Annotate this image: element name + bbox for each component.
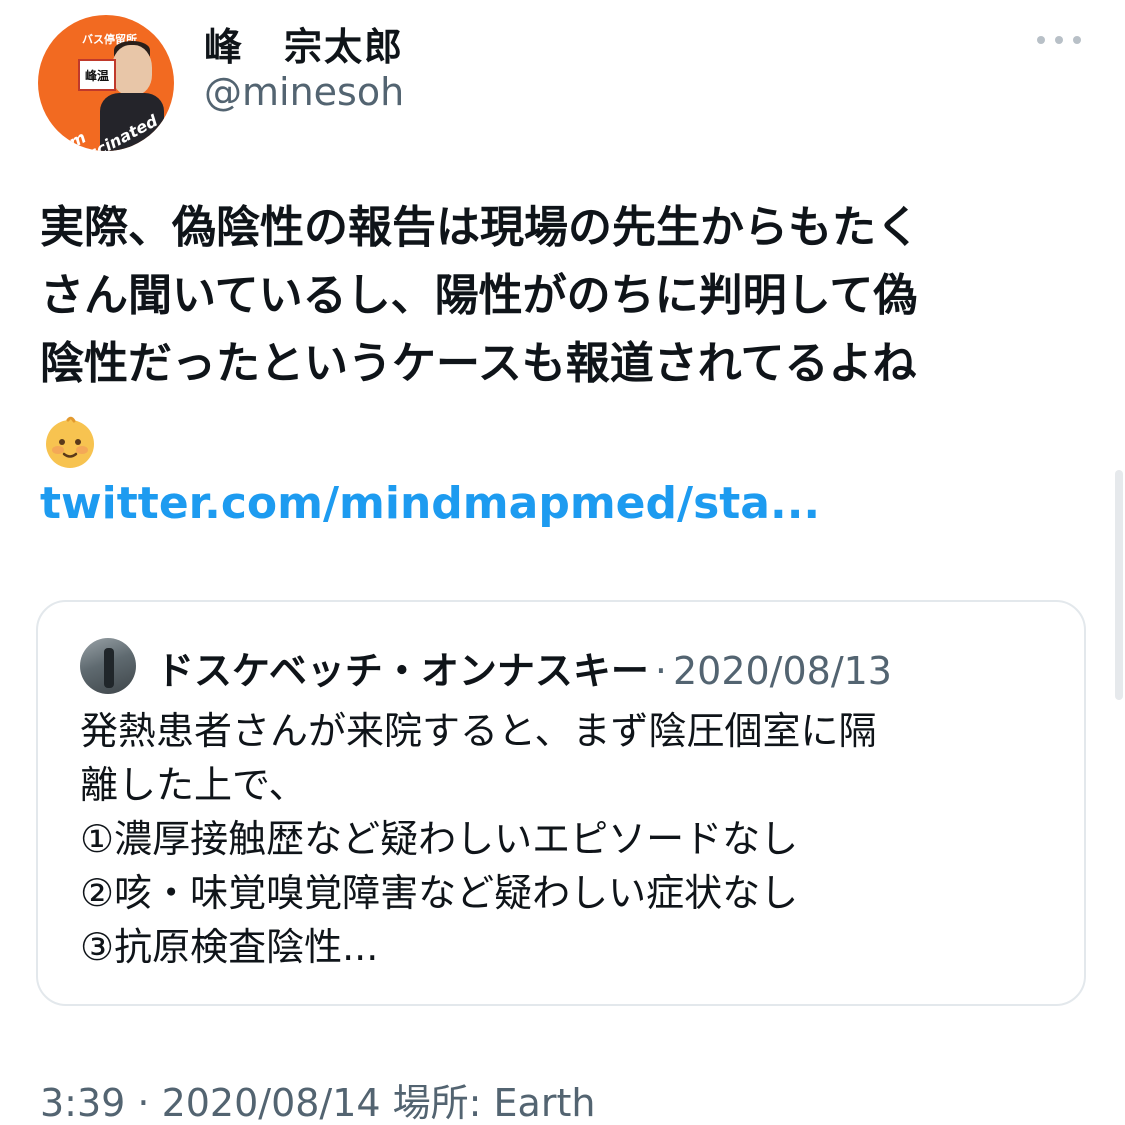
baby-face-icon xyxy=(46,416,94,468)
author-username[interactable]: @minesoh xyxy=(204,70,404,114)
author-display-name[interactable]: 峰 宗太郎 xyxy=(204,16,404,71)
more-horizontal-icon-dot xyxy=(1073,36,1081,44)
tweet-link[interactable]: twitter.com/mindmapmed/sta... xyxy=(40,478,820,529)
more-horizontal-icon-dot xyxy=(1055,36,1063,44)
avatar-face xyxy=(112,45,152,95)
quoted-author-line: ドスケベッチ・オンナスキー · 2020/08/13 xyxy=(156,640,892,695)
author-avatar[interactable]: バス停留所 峰温 I'm Vaccinated xyxy=(38,15,174,151)
quoted-author-name: ドスケベッチ・オンナスキー xyxy=(156,649,649,693)
quoted-date: 2020/08/13 xyxy=(672,649,892,693)
tweet-timestamp-location: 3:39 · 2020/08/14 場所: Earth xyxy=(40,1081,596,1125)
more-horizontal-icon xyxy=(1037,36,1045,44)
avatar-sign: 峰温 xyxy=(78,59,116,91)
quoted-tweet-text: 発熱患者さんが来院すると、まず陰圧個室に隔 離した上で、 ①濃厚接触歴など疑わし… xyxy=(80,709,877,969)
quoted-avatar-figure xyxy=(104,648,114,688)
tweet-text: 実際、偽陰性の報告は現場の先生からもたく さん聞いているし、陽性がのちに判明して… xyxy=(40,202,920,389)
quoted-tweet-card[interactable]: ドスケベッチ・オンナスキー · 2020/08/13 発熱患者さんが来院すると、まず… xyxy=(36,600,1086,1006)
tweet-detail-screen: バス停留所 峰温 I'm Vaccinated 峰 宗太郎 @minesoh 実… xyxy=(0,0,1125,1125)
quoted-author-avatar xyxy=(80,638,136,694)
more-options-button[interactable] xyxy=(1037,36,1085,44)
scrollbar[interactable] xyxy=(1115,470,1123,700)
quoted-separator: · xyxy=(654,649,667,693)
